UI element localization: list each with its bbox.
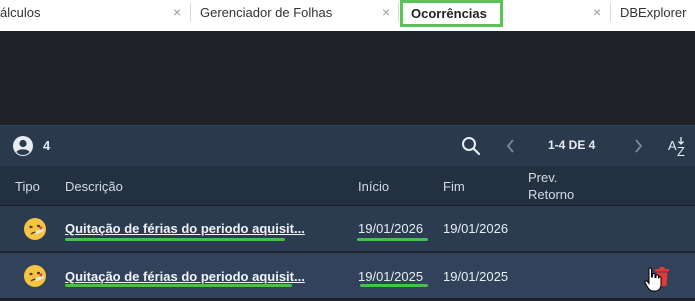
- table-row[interactable]: Quitação de férias do periodo aquisit...…: [0, 253, 695, 298]
- row-inicio: 19/01/2026: [358, 221, 424, 236]
- table-row[interactable]: Quitação de férias do periodo aquisit...…: [0, 206, 695, 251]
- sort-az-icon[interactable]: A Z: [667, 134, 691, 163]
- tab-label: Ocorrências: [411, 6, 487, 21]
- close-icon[interactable]: ×: [173, 0, 181, 24]
- tab-label: Gerenciador de Folhas: [200, 5, 333, 20]
- hand-cursor-icon: [644, 267, 662, 296]
- row-fim: 19/01/2025: [443, 269, 509, 284]
- tab-divider: [610, 3, 611, 22]
- table-header: Tipo Descrição Início Fim Prev. Retorno: [0, 166, 695, 205]
- tab-divider: [398, 3, 399, 22]
- tab-divider: [190, 3, 191, 22]
- tab-dbexplorer[interactable]: DBExplorer: [620, 0, 695, 28]
- chevron-left-icon[interactable]: [505, 138, 517, 159]
- pagination-label: 1-4 DE 4: [548, 138, 596, 152]
- svg-text:A: A: [668, 138, 677, 153]
- close-icon[interactable]: ×: [382, 0, 390, 24]
- header-inicio[interactable]: Início: [358, 179, 389, 194]
- tab-label: DBExplorer: [620, 5, 687, 20]
- chevron-right-icon[interactable]: [632, 138, 644, 159]
- account-circle-icon: [12, 135, 34, 162]
- tab-ocorrencias[interactable]: Ocorrências: [400, 0, 503, 27]
- sick-face-icon: [23, 217, 47, 241]
- search-icon[interactable]: [461, 136, 481, 161]
- row-inicio: 19/01/2025: [358, 269, 424, 284]
- tab-calculos[interactable]: álculos: [0, 0, 170, 28]
- header-prev-retorno-line2: Retorno: [528, 187, 575, 202]
- highlight-underline: [357, 238, 428, 241]
- content-background: [0, 31, 695, 125]
- row-descricao[interactable]: Quitação de férias do periodo aquisit...: [65, 269, 305, 284]
- svg-text:Z: Z: [677, 144, 685, 158]
- header-descricao[interactable]: Descrição: [65, 179, 123, 194]
- close-icon[interactable]: ×: [593, 0, 601, 24]
- tab-bar: álculos × Gerenciador de Folhas × Ocorrê…: [0, 0, 695, 31]
- tab-gerenciador-de-folhas[interactable]: Gerenciador de Folhas: [200, 0, 375, 28]
- sick-face-icon: [23, 264, 47, 288]
- record-count: 4: [43, 138, 51, 153]
- highlight-underline: [65, 238, 285, 241]
- header-prev-retorno-line1[interactable]: Prev.: [528, 170, 557, 185]
- row-descricao[interactable]: Quitação de férias do periodo aquisit...: [65, 221, 305, 236]
- highlight-underline: [360, 284, 428, 287]
- tab-label: álculos: [0, 5, 41, 20]
- header-fim[interactable]: Fim: [443, 179, 465, 194]
- header-tipo[interactable]: Tipo: [15, 179, 40, 194]
- list-toolbar: 4 1-4 DE 4 A Z: [0, 125, 695, 166]
- highlight-underline: [65, 284, 292, 287]
- row-fim: 19/01/2026: [443, 221, 509, 236]
